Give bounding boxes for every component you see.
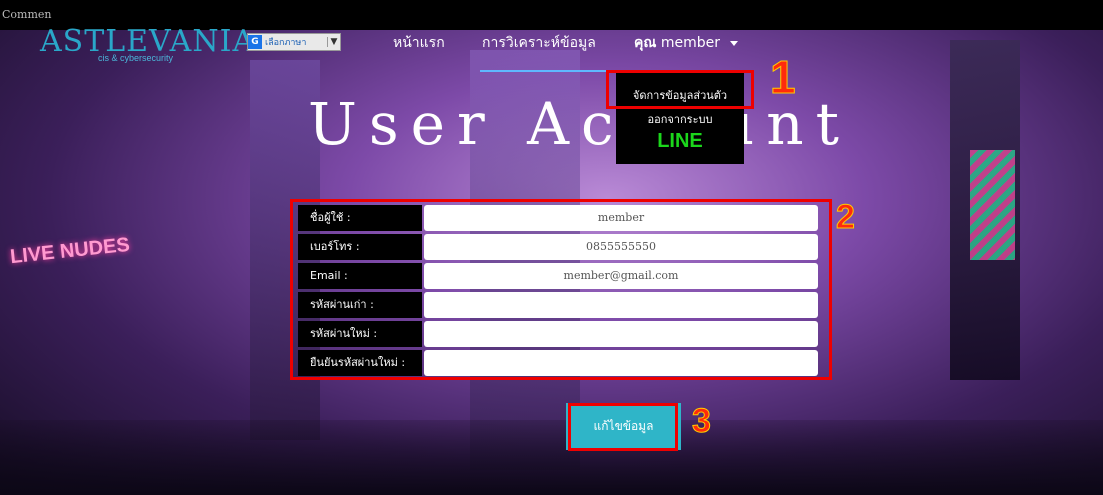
google-icon: G <box>248 35 262 49</box>
highlight-box-1 <box>606 70 754 109</box>
annotation-number-3: 3 <box>692 402 712 441</box>
site-logo[interactable]: ASTLEVANIA cis & cybersecurity <box>40 24 254 63</box>
page-background: LIVE NUDES Commen ASTLEVANIA cis & cyber… <box>0 0 1103 495</box>
nav-analysis[interactable]: การวิเคราะห์ข้อมูล <box>482 32 596 54</box>
line-button[interactable]: LINE <box>616 130 744 153</box>
nav-user-menu[interactable]: คุณ member <box>634 32 739 54</box>
logo-subtitle: cis & cybersecurity <box>98 53 174 63</box>
background-neon-sign: LIVE NUDES <box>9 233 131 269</box>
corner-text: Commen <box>2 8 52 21</box>
annotation-number-2: 2 <box>836 198 856 237</box>
user-name: member <box>660 35 720 51</box>
background-neon-panel <box>970 150 1015 260</box>
annotation-number-1: 1 <box>770 51 797 104</box>
nav-home[interactable]: หน้าแรก <box>393 32 445 54</box>
highlight-box-3 <box>568 403 678 451</box>
user-prefix: คุณ <box>634 35 657 51</box>
chevron-down-icon: ▼ <box>327 37 340 47</box>
caret-down-icon <box>730 40 739 46</box>
menu-item-logout[interactable]: ออกจากระบบ <box>616 110 744 128</box>
nav-active-underline <box>480 70 620 72</box>
background-ground <box>0 420 1103 495</box>
highlight-box-2 <box>290 199 832 380</box>
language-label: เลือกภาษา <box>265 38 307 48</box>
language-selector[interactable]: G เลือกภาษา ▼ <box>247 33 341 51</box>
